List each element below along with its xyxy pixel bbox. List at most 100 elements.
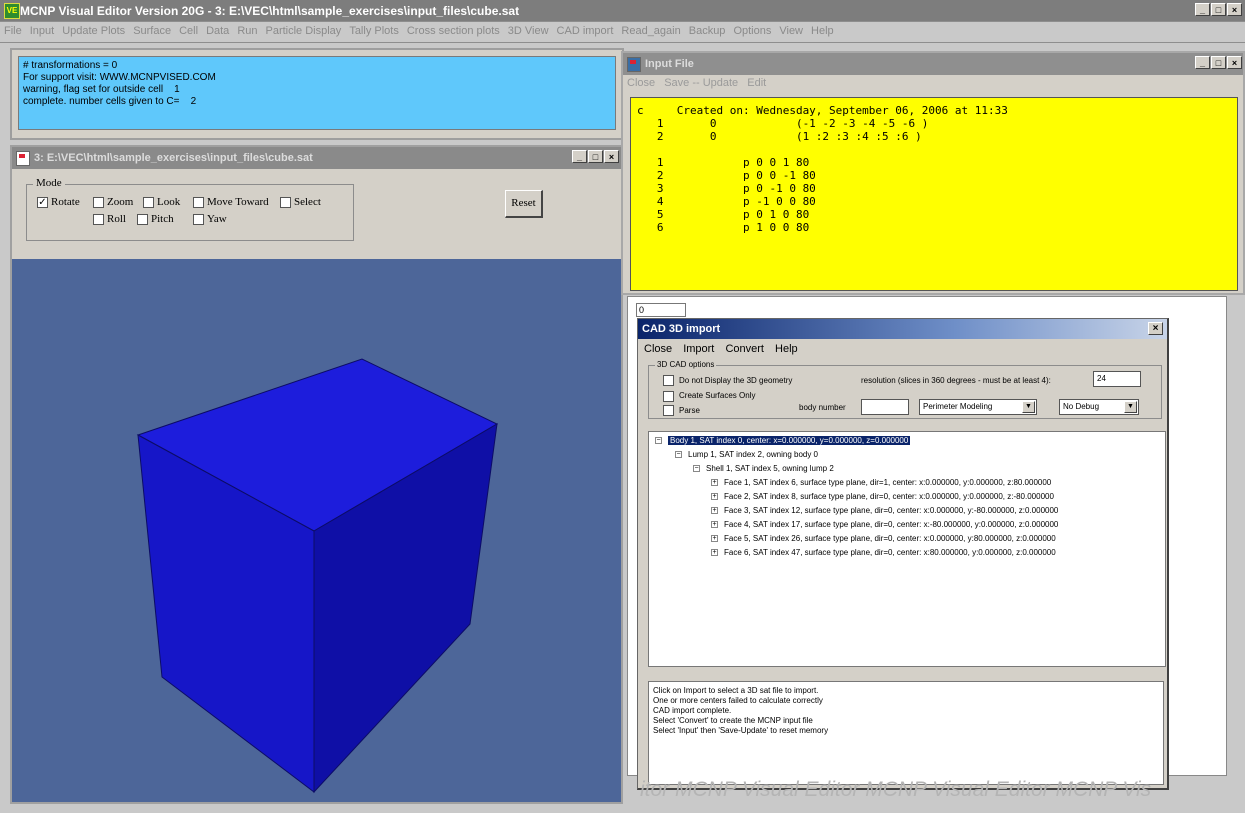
input-maximize-button[interactable]: □ — [1211, 56, 1226, 69]
input-window-menu: Close Save -- Update Edit — [627, 77, 772, 89]
cube-close-button[interactable]: × — [604, 150, 619, 163]
input-close-button[interactable]: × — [1227, 56, 1242, 69]
debug-select[interactable]: No Debug ▼ — [1059, 399, 1139, 415]
body-number-input[interactable] — [861, 399, 909, 415]
expand-icon[interactable]: + — [711, 549, 718, 557]
look-checkbox[interactable] — [143, 197, 154, 208]
cad-close-button[interactable]: × — [1148, 322, 1163, 335]
tree-node-face-label: Face 5, SAT index 26, surface type plane… — [724, 534, 1056, 543]
create-surfaces-label: Create Surfaces Only — [679, 391, 756, 400]
cube-window-title-bar: 3: E:\VEC\html\sample_exercises\input_fi… — [12, 147, 621, 169]
menu-bar: File Input Update Plots Surface Cell Data Run P… — [0, 22, 1245, 42]
collapse-icon[interactable]: − — [693, 465, 700, 473]
cad-menu-import[interactable]: Import — [683, 343, 714, 355]
reset-button[interactable]: Reset — [505, 190, 543, 218]
app-logo-icon: VE — [4, 3, 20, 19]
resolution-input[interactable]: 24 — [1093, 371, 1141, 387]
roll-label: Roll — [107, 213, 126, 225]
status-line: One or more centers failed to calculate … — [653, 696, 823, 705]
menu-update-plots[interactable]: Update Plots — [58, 22, 129, 37]
tree-node-body-label: Body 1, SAT index 0, center: x=0.000000,… — [668, 436, 911, 445]
resolution-label: resolution (slices in 360 degrees - must… — [861, 376, 1051, 385]
input-window-title: Input File — [645, 58, 694, 70]
menu-file[interactable]: File — [0, 22, 26, 37]
zoom-checkbox[interactable] — [93, 197, 104, 208]
cad-menu-help[interactable]: Help — [775, 343, 798, 355]
expand-icon[interactable]: + — [711, 493, 718, 501]
cube-minimize-button[interactable]: _ — [572, 150, 587, 163]
cad-menu-convert[interactable]: Convert — [725, 343, 764, 355]
input-file-editor[interactable]: c Created on: Wednesday, September 06, 2… — [630, 97, 1238, 291]
menu-cad-import[interactable]: CAD import — [553, 22, 618, 37]
tree-node-shell[interactable]: − Shell 1, SAT index 5, owning lump 2 — [693, 463, 834, 474]
collapse-icon[interactable]: − — [675, 451, 682, 459]
status-line: Click on Import to select a 3D sat file … — [653, 686, 819, 695]
modeling-select[interactable]: Perimeter Modeling ▼ — [919, 399, 1037, 415]
roll-checkbox[interactable] — [93, 214, 104, 225]
pitch-checkbox[interactable] — [137, 214, 148, 225]
expand-icon[interactable]: + — [711, 521, 718, 529]
input-menu-edit[interactable]: Edit — [747, 77, 766, 89]
menu-run[interactable]: Run — [233, 22, 261, 37]
tree-node-lump[interactable]: − Lump 1, SAT index 2, owning body 0 — [675, 449, 818, 460]
app-minimize-button[interactable]: _ — [1195, 3, 1210, 16]
sat-structure-tree[interactable]: − Body 1, SAT index 0, center: x=0.000000… — [648, 431, 1166, 667]
menu-read-again[interactable]: Read_again — [617, 22, 684, 37]
menu-tally-plots[interactable]: Tally Plots — [345, 22, 403, 37]
tree-node-face[interactable]: + Face 4, SAT index 17, surface type plan… — [711, 519, 1058, 530]
background-value-field[interactable]: 0 — [636, 303, 686, 317]
move-toward-label: Move Toward — [207, 196, 269, 208]
menu-cross-section-plots[interactable]: Cross section plots — [403, 22, 504, 37]
message-frame: # transformations = 0 For support visit:… — [10, 48, 624, 140]
yaw-checkbox[interactable] — [193, 214, 204, 225]
mode-group: Mode ✓ Rotate Zoom Look Move Toward Sele… — [26, 177, 354, 241]
tree-node-face-label: Face 2, SAT index 8, surface type plane,… — [724, 492, 1054, 501]
expand-icon[interactable]: + — [711, 507, 718, 515]
tree-node-face-label: Face 4, SAT index 17, surface type plane… — [724, 520, 1059, 529]
input-menu-save-update[interactable]: Save -- Update — [664, 77, 738, 89]
collapse-icon[interactable]: − — [655, 437, 662, 445]
create-surfaces-checkbox[interactable] — [663, 391, 674, 402]
do-not-display-checkbox[interactable] — [663, 375, 674, 386]
menu-3d-view[interactable]: 3D View — [504, 22, 553, 37]
parse-checkbox[interactable] — [663, 405, 674, 416]
input-menu-close[interactable]: Close — [627, 77, 655, 89]
3d-viewport[interactable] — [12, 259, 621, 802]
menu-cell[interactable]: Cell — [175, 22, 202, 37]
menu-particle-display[interactable]: Particle Display — [262, 22, 346, 37]
tree-node-face[interactable]: + Face 1, SAT index 6, surface type plane… — [711, 477, 1051, 488]
tree-node-face[interactable]: + Face 2, SAT index 8, surface type plane… — [711, 491, 1054, 502]
menu-backup[interactable]: Backup — [685, 22, 730, 37]
tree-node-face[interactable]: + Face 6, SAT index 47, surface type plan… — [711, 547, 1056, 558]
cad-menu-close[interactable]: Close — [644, 343, 672, 355]
tree-node-face[interactable]: + Face 5, SAT index 26, surface type plan… — [711, 533, 1056, 544]
menu-data[interactable]: Data — [202, 22, 233, 37]
input-minimize-button[interactable]: _ — [1195, 56, 1210, 69]
cad-dialog-title-bar: CAD 3D import × — [638, 319, 1167, 339]
menu-input[interactable]: Input — [26, 22, 58, 37]
expand-icon[interactable]: + — [711, 479, 718, 487]
message-pane[interactable]: # transformations = 0 For support visit:… — [18, 56, 616, 130]
select-label: Select — [294, 196, 321, 208]
cad-status-log[interactable]: Click on Import to select a 3D sat file … — [648, 681, 1164, 785]
expand-icon[interactable]: + — [711, 535, 718, 543]
rotate-checkbox[interactable]: ✓ — [37, 197, 48, 208]
tree-node-face[interactable]: + Face 3, SAT index 12, surface type plan… — [711, 505, 1058, 516]
tree-node-body[interactable]: − Body 1, SAT index 0, center: x=0.000000… — [655, 435, 911, 446]
move-toward-checkbox[interactable] — [193, 197, 204, 208]
app-close-button[interactable]: × — [1227, 3, 1242, 16]
cube-maximize-button[interactable]: □ — [588, 150, 603, 163]
app-maximize-button[interactable]: □ — [1211, 3, 1226, 16]
menu-view[interactable]: View — [775, 22, 807, 37]
app-title: MCNP Visual Editor Version 20G - 3: E:\V… — [20, 4, 520, 18]
menu-help[interactable]: Help — [807, 22, 838, 37]
tree-node-face-label: Face 3, SAT index 12, surface type plane… — [724, 506, 1059, 515]
menu-options[interactable]: Options — [729, 22, 775, 37]
cube-render — [136, 358, 499, 794]
select-checkbox[interactable] — [280, 197, 291, 208]
menu-surface[interactable]: Surface — [129, 22, 175, 37]
status-line: Select 'Input' then 'Save-Update' to res… — [653, 726, 829, 735]
input-window-title-bar: Input File _ □ × — [623, 53, 1243, 75]
chevron-down-icon: ▼ — [1124, 401, 1137, 413]
cube-window-title: 3: E:\VEC\html\sample_exercises\input_fi… — [34, 152, 313, 164]
